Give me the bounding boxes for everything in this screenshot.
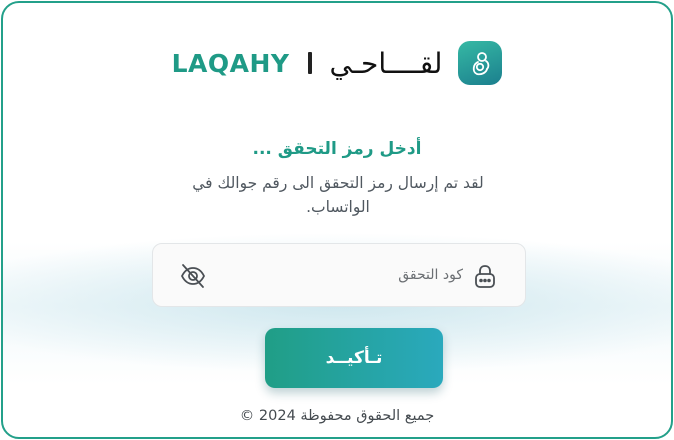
brand-arabic-name: لقــــاحـي [329, 46, 443, 80]
brand-header: LAQAHY لقــــاحـي [3, 41, 671, 85]
lock-icon [472, 263, 498, 289]
verification-code-input[interactable] [223, 252, 463, 298]
eye-off-icon[interactable] [179, 263, 207, 289]
copyright-footer: جميع الحقوق محفوظة 2024 © [239, 408, 435, 424]
brand-separator [307, 52, 312, 74]
mother-baby-icon [458, 41, 503, 85]
verification-code-field[interactable] [152, 243, 526, 307]
page-subtitle: لقد تم إرسال رمز التحقق الى رقم جوالك في… [192, 174, 484, 216]
confirm-button[interactable]: تـأكيــد [265, 328, 443, 388]
brand-latin-name: LAQAHY [171, 48, 290, 78]
page-title: أدخل رمز التحقق ... [252, 139, 422, 159]
verification-card: LAQAHY لقــــاحـي أدخل رمز التحقق ... لق… [1, 1, 673, 439]
